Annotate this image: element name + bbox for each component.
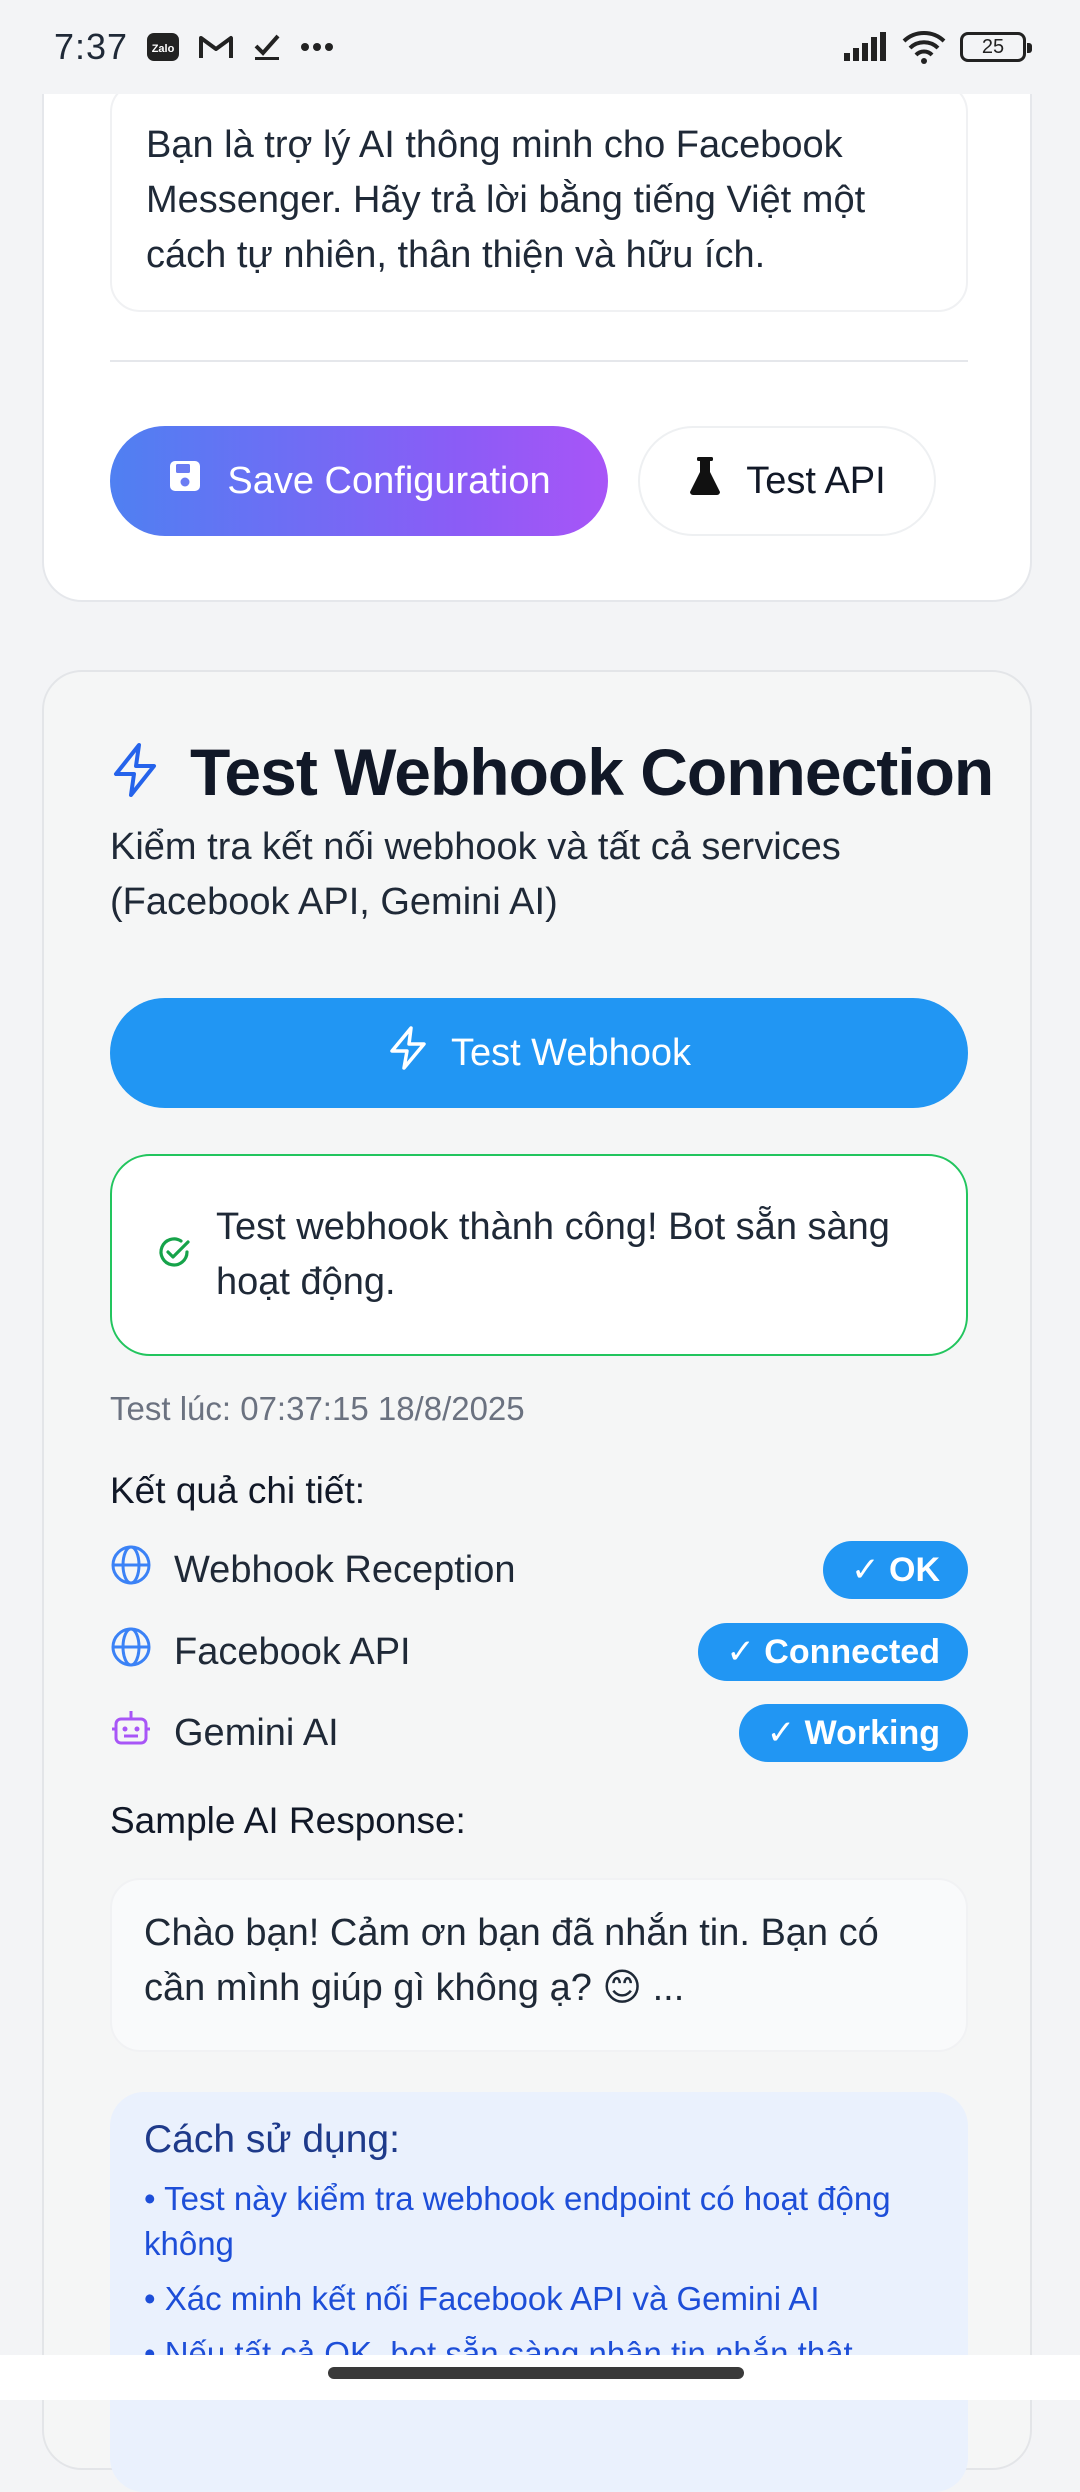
result-name: Webhook Reception [174,1548,516,1591]
test-webhook-card: Test Webhook Connection Kiểm tra kết nối… [42,670,1032,2492]
usage-item: • Test này kiểm tra webhook endpoint có … [144,2180,891,2262]
sample-response-label: Sample AI Response: [110,1800,466,1841]
status-time: 7:37 [54,26,129,67]
status-badge: ✓ Working [738,1704,968,1762]
test-webhook-label: Test Webhook [450,1031,692,1074]
svg-text:Zalo: Zalo [152,43,175,55]
system-prompt-field[interactable]: Bạn là trợ lý AI thông minh cho Facebook… [110,82,968,312]
navigation-bar [0,2355,1080,2400]
status-bar-right: 25 [842,29,1032,65]
flask-icon [688,456,722,506]
lightning-icon [110,742,162,803]
test-timestamp: Test lúc: 07:37:15 18/8/2025 [110,1390,525,1427]
zalo-icon: Zalo [146,32,180,62]
detail-results-label: Kết quả chi tiết: [110,1470,366,1511]
usage-title: Cách sử dụng: [144,2118,400,2161]
test-api-button[interactable]: Test API [638,426,936,536]
battery-indicator: 25 [960,32,1032,62]
gmail-icon [198,33,234,61]
globe-icon [110,1544,152,1596]
test-webhook-button[interactable]: Test Webhook [110,998,968,1108]
save-configuration-label: Save Configuration [227,459,551,502]
result-row-gemini: Gemini AI ✓ Working [110,1703,968,1763]
webhook-card-header: Test Webhook Connection [110,734,994,810]
test-api-label: Test API [746,459,886,502]
status-badge: ✓ OK [823,1541,968,1599]
sample-response-box: Chào bạn! Cảm ơn bạn đã nhắn tin. Bạn có… [110,1878,968,2052]
success-alert: Test webhook thành công! Bot sẵn sàng ho… [110,1154,968,1356]
save-configuration-button[interactable]: Save Configuration [110,426,608,536]
divider [110,360,968,362]
lightning-icon [387,1025,429,1081]
signal-icon [842,31,888,63]
home-gesture-handle[interactable] [328,2367,744,2379]
status-badge: ✓ Connected [698,1623,968,1681]
check-circle-icon [156,1235,192,1276]
more-icon [300,42,334,52]
usage-item: • Xác minh kết nối Facebook API và Gemin… [144,2280,820,2317]
webhook-card-subtitle: Kiểm tra kết nối webhook và tất cả servi… [110,826,841,923]
result-name: Facebook API [174,1630,411,1673]
result-row-webhook: Webhook Reception ✓ OK [110,1540,968,1600]
save-icon [167,458,203,504]
usage-instructions: Cách sử dụng: • Test này kiểm tra webhoo… [110,2092,968,2492]
globe-icon [110,1626,152,1678]
check-icon [252,32,282,62]
wifi-icon [902,29,946,65]
status-bar-left: 7:37 Zalo [54,26,334,68]
result-name: Gemini AI [174,1711,339,1754]
configuration-card: Bạn là trợ lý AI thông minh cho Facebook… [42,20,1032,602]
webhook-card-title: Test Webhook Connection [190,735,994,809]
result-row-facebook: Facebook API ✓ Connected [110,1622,968,1682]
success-message: Test webhook thành công! Bot sẵn sàng ho… [216,1206,890,1303]
bot-icon [110,1707,152,1759]
status-bar: 7:37 Zalo 25 [0,0,1080,94]
